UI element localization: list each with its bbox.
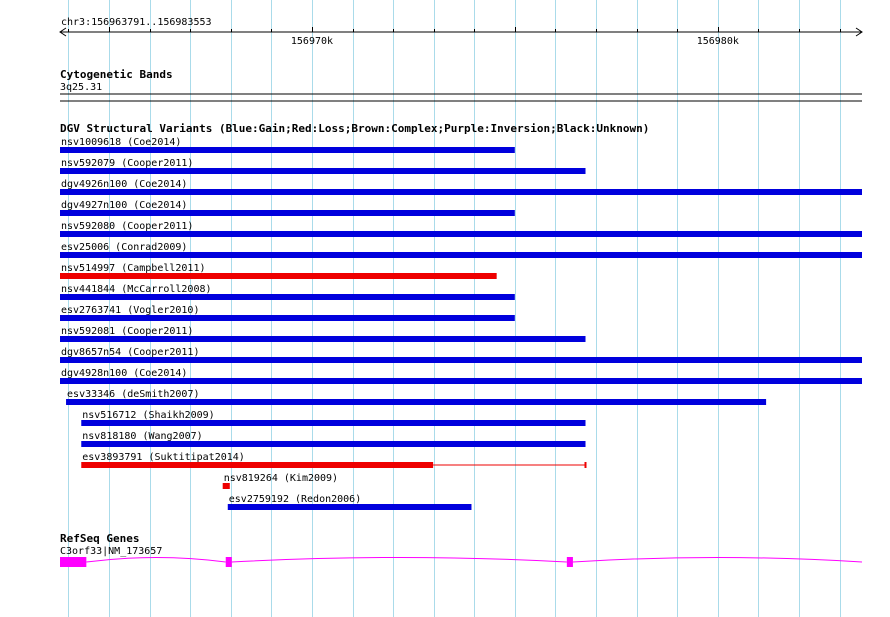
dgv-variant-10[interactable]: nsv592081 (Cooper2011)	[60, 326, 586, 342]
dgv-variant-label[interactable]: dgv4928n100 (Coe2014)	[61, 368, 187, 379]
dgv-variant-6[interactable]: esv25006 (Conrad2009)	[60, 242, 862, 258]
dgv-variant-bar[interactable]	[60, 252, 862, 258]
dgv-variant-label[interactable]: nsv818180 (Wang2007)	[82, 431, 202, 442]
dgv-variant-label[interactable]: esv2763741 (Vogler2010)	[61, 305, 199, 316]
dgv-variant-label[interactable]: nsv592079 (Cooper2011)	[61, 158, 193, 169]
dgv-variant-bar[interactable]	[66, 399, 767, 405]
ruler-track: chr3:156963791..156983553 156970k 156980…	[59, 17, 863, 47]
dgv-variant-bar[interactable]	[222, 483, 230, 489]
dgv-variant-3[interactable]: dgv4926n100 (Coe2014)	[60, 179, 862, 195]
dgv-variant-14[interactable]: nsv516712 (Shaikh2009)	[81, 410, 586, 426]
ruler-tick-label: 156970k	[291, 36, 333, 47]
cytoband-track-title: Cytogenetic Bands	[60, 68, 173, 81]
refseq-track: RefSeq Genes C3orf33|NM_173657	[60, 532, 863, 567]
dgv-variant-label[interactable]: nsv516712 (Shaikh2009)	[82, 410, 214, 421]
dgv-variant-9[interactable]: esv2763741 (Vogler2010)	[60, 305, 515, 321]
dgv-variant-7[interactable]: nsv514997 (Campbell2011)	[60, 263, 497, 279]
dgv-variant-bar[interactable]	[60, 147, 515, 153]
dgv-variant-bar[interactable]	[60, 357, 862, 363]
dgv-variant-12[interactable]: dgv4928n100 (Coe2014)	[60, 368, 862, 384]
dgv-variant-label[interactable]: nsv592080 (Cooper2011)	[61, 221, 193, 232]
genome-browser-view: chr3:156963791..156983553 156970k 156980…	[0, 0, 890, 617]
dgv-track-title: DGV Structural Variants (Blue:Gain;Red:L…	[60, 122, 649, 135]
dgv-variant-4[interactable]: dgv4927n100 (Coe2014)	[60, 200, 515, 216]
dgv-variant-label[interactable]: esv2759192 (Redon2006)	[229, 494, 361, 505]
dgv-variant-1[interactable]: nsv1009618 (Coe2014)	[60, 137, 515, 153]
ruler-tick-label: 156980k	[697, 36, 739, 47]
dgv-variant-label[interactable]: nsv1009618 (Coe2014)	[61, 137, 181, 148]
dgv-variant-bar[interactable]	[81, 420, 586, 426]
cytoband-track: Cytogenetic Bands 3q25.31	[60, 68, 862, 102]
genome-browser-image[interactable]: chr3:156963791..156983553 156970k 156980…	[0, 0, 890, 617]
dgv-variant-bar[interactable]	[81, 462, 434, 468]
dgv-variant-label[interactable]: nsv514997 (Campbell2011)	[61, 263, 206, 274]
dgv-variant-bar[interactable]	[60, 189, 862, 195]
dgv-variant-label[interactable]: esv33346 (deSmith2007)	[67, 389, 199, 400]
refseq-exon[interactable]	[566, 557, 573, 567]
refseq-track-title: RefSeq Genes	[60, 532, 139, 545]
dgv-variant-label[interactable]: nsv441844 (McCarroll2008)	[61, 284, 212, 295]
refseq-gene-label[interactable]: C3orf33|NM_173657	[60, 546, 162, 557]
dgv-variant-bar[interactable]	[60, 315, 515, 321]
refseq-exon[interactable]	[60, 557, 87, 567]
dgv-variant-bar[interactable]	[60, 294, 515, 300]
dgv-variant-bar[interactable]	[60, 336, 586, 342]
dgv-variant-label[interactable]: esv25006 (Conrad2009)	[61, 242, 187, 253]
dgv-variant-bar[interactable]	[60, 378, 862, 384]
refseq-gene-model[interactable]	[60, 557, 863, 567]
dgv-variant-8[interactable]: nsv441844 (McCarroll2008)	[60, 284, 515, 300]
cytoband-label: 3q25.31	[60, 82, 102, 93]
dgv-features: nsv1009618 (Coe2014) nsv592079 (Cooper201…	[60, 137, 862, 510]
dgv-variant-13[interactable]: esv33346 (deSmith2007)	[66, 389, 767, 405]
dgv-variant-label[interactable]: nsv592081 (Cooper2011)	[61, 326, 193, 337]
dgv-variant-15[interactable]: nsv818180 (Wang2007)	[81, 431, 586, 447]
dgv-variant-bar[interactable]	[227, 504, 472, 510]
dgv-variant-bar[interactable]	[60, 231, 862, 237]
refseq-exon[interactable]	[225, 557, 232, 567]
dgv-variant-2[interactable]: nsv592079 (Cooper2011)	[60, 158, 586, 174]
dgv-variant-16[interactable]: esv3893791 (Suktitipat2014)	[81, 452, 587, 468]
ruler-coordinate-label: chr3:156963791..156983553	[61, 17, 212, 28]
dgv-variant-label[interactable]: nsv819264 (Kim2009)	[224, 473, 338, 484]
dgv-variant-label[interactable]: dgv4926n100 (Coe2014)	[61, 179, 187, 190]
dgv-variant-label[interactable]: esv3893791 (Suktitipat2014)	[82, 452, 245, 463]
dgv-variant-11[interactable]: dgv8657n54 (Cooper2011)	[60, 347, 862, 363]
dgv-variant-bar[interactable]	[60, 210, 515, 216]
dgv-variant-bar[interactable]	[60, 273, 497, 279]
dgv-track: DGV Structural Variants (Blue:Gain;Red:L…	[60, 122, 862, 510]
dgv-variant-label[interactable]: dgv4927n100 (Coe2014)	[61, 200, 187, 211]
dgv-variant-label[interactable]: dgv8657n54 (Cooper2011)	[61, 347, 199, 358]
dgv-variant-17[interactable]: nsv819264 (Kim2009)	[222, 473, 338, 489]
dgv-variant-5[interactable]: nsv592080 (Cooper2011)	[60, 221, 862, 237]
dgv-variant-bar[interactable]	[81, 441, 586, 447]
dgv-variant-bar[interactable]	[60, 168, 586, 174]
